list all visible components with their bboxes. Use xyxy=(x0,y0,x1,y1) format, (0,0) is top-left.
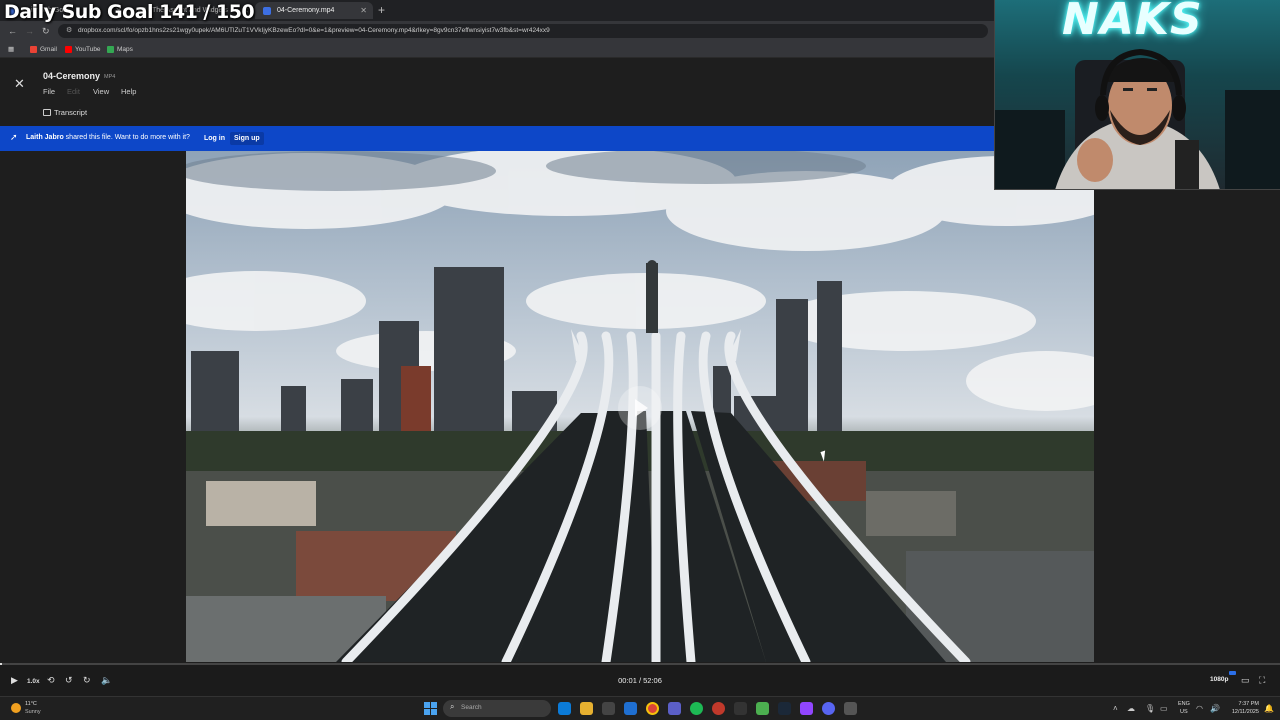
windows-logo-tile xyxy=(424,709,430,715)
app-icon[interactable] xyxy=(712,702,725,715)
speaker-icon[interactable]: 🔊 xyxy=(1210,704,1220,713)
clock-date[interactable]: 12/11/2025 xyxy=(1228,709,1259,715)
weather-condition: Sunny xyxy=(25,709,41,715)
volume-icon[interactable]: 🔈 xyxy=(101,674,112,686)
play-icon[interactable]: ▶ xyxy=(11,674,18,686)
neon-sign: NAKS xyxy=(1062,0,1203,45)
file-name: 04-Ceremony xyxy=(43,71,101,81)
microphone-icon[interactable]: 🎙 xyxy=(1145,704,1155,713)
dropbox-favicon-icon xyxy=(263,7,271,15)
windows-taskbar: 11°C Sunny ⌕ Search ˄ ☁ 🎙 ▭ ENG US ◠ 🔊 7… xyxy=(0,696,1280,720)
browser-tab-active[interactable]: 04-Ceremony.mp4 ✕ xyxy=(255,2,373,19)
player-controls: ▶ 1.0x ⟲ ↺ ↻ 🔈 00:01 / 52:06 1080p ▭ ⛶ xyxy=(0,663,1280,696)
forward-icon[interactable]: ↻ xyxy=(83,674,91,686)
play-overlay-button[interactable] xyxy=(618,386,662,430)
bookmark-maps[interactable]: Maps xyxy=(107,41,133,58)
url-field[interactable]: ⚙ dropbox.com/scl/fo/opzb1hns2zs21wgy0up… xyxy=(58,24,988,38)
maps-icon xyxy=(107,46,114,53)
playback-speed[interactable]: 1.0x xyxy=(27,676,40,688)
gmail-icon xyxy=(30,46,37,53)
taskbar-search[interactable]: ⌕ Search xyxy=(443,700,551,717)
menu-help[interactable]: Help xyxy=(121,87,136,96)
login-button[interactable]: Log in xyxy=(200,132,229,145)
site-info-icon[interactable]: ⚙ xyxy=(66,24,72,38)
tab-close-icon[interactable]: ✕ xyxy=(360,2,367,19)
search-icon: ⌕ xyxy=(450,702,455,711)
url-text: dropbox.com/scl/fo/opzb1hns2zs21wgy0upek… xyxy=(78,27,550,34)
close-icon[interactable]: ✕ xyxy=(14,76,25,92)
transcript-icon xyxy=(43,109,51,116)
file-type-badge: MP4 xyxy=(104,74,116,80)
teams-icon[interactable] xyxy=(668,702,681,715)
pip-icon[interactable]: ▭ xyxy=(1241,674,1250,686)
reload-icon[interactable]: ↻ xyxy=(42,24,50,38)
file-explorer-icon[interactable] xyxy=(580,702,593,715)
sub-goal-overlay: Daily Sub Goal 141 / 150 xyxy=(4,1,255,23)
battery-icon[interactable]: ▭ xyxy=(1160,704,1168,713)
hd-badge xyxy=(1229,671,1236,675)
play-icon xyxy=(635,399,648,417)
fullscreen-icon[interactable]: ⛶ xyxy=(1259,674,1265,686)
menu-file[interactable]: File xyxy=(43,87,55,96)
progress-fill xyxy=(0,663,2,665)
capcut-icon[interactable] xyxy=(734,702,747,715)
search-placeholder: Search xyxy=(461,704,482,711)
loop-icon[interactable]: ⟲ xyxy=(47,674,55,686)
banner-message: Laith Jabro shared this file. Want to do… xyxy=(26,134,190,141)
bookmark-gmail[interactable]: Gmail xyxy=(30,41,57,58)
notification-icon[interactable]: 🔔 xyxy=(1264,704,1274,713)
spotify-icon[interactable] xyxy=(690,702,703,715)
language-region[interactable]: US xyxy=(1180,709,1188,715)
steam-icon[interactable] xyxy=(778,702,791,715)
windows-logo-tile xyxy=(431,702,437,708)
chevron-up-icon[interactable]: ˄ xyxy=(1113,704,1118,713)
clock-time[interactable]: 7:37 PM xyxy=(1232,701,1259,707)
menu-edit[interactable]: Edit xyxy=(67,87,80,96)
weather-temp: 11°C xyxy=(25,701,37,707)
language-code[interactable]: ENG xyxy=(1178,701,1190,707)
weather-sun-icon[interactable] xyxy=(11,703,21,713)
quality-selector[interactable]: 1080p xyxy=(1210,676,1228,683)
progress-track[interactable] xyxy=(0,663,1280,665)
forward-arrow-icon[interactable]: → xyxy=(25,24,34,38)
wifi-icon[interactable]: ◠ xyxy=(1196,704,1203,713)
back-arrow-icon[interactable]: ← xyxy=(8,24,17,38)
menu-view[interactable]: View xyxy=(93,87,109,96)
terminal-icon[interactable] xyxy=(844,702,857,715)
transcript-button[interactable]: Transcript xyxy=(43,108,87,117)
start-button[interactable] xyxy=(424,702,437,715)
rocket-icon: ➚ xyxy=(10,132,18,142)
new-tab-button[interactable]: + xyxy=(378,2,385,19)
youtube-icon xyxy=(65,46,72,53)
minecraft-icon[interactable] xyxy=(756,702,769,715)
cloud-icon[interactable]: ☁ xyxy=(1127,704,1135,713)
windows-logo-tile xyxy=(431,709,437,715)
signup-button[interactable]: Sign up xyxy=(230,132,264,145)
apps-grid-icon[interactable]: ▦ xyxy=(8,41,14,58)
windows-logo-icon xyxy=(424,702,430,708)
rewind-icon[interactable]: ↺ xyxy=(65,674,73,686)
edge-icon[interactable] xyxy=(558,702,571,715)
discord-icon[interactable] xyxy=(822,702,835,715)
chrome-icon[interactable] xyxy=(646,702,659,715)
mail-icon[interactable] xyxy=(624,702,637,715)
store-icon[interactable] xyxy=(602,702,615,715)
obs-icon[interactable] xyxy=(800,702,813,715)
time-readout: 00:01 / 52:06 xyxy=(618,676,662,685)
bookmark-youtube[interactable]: YouTube xyxy=(65,41,101,58)
